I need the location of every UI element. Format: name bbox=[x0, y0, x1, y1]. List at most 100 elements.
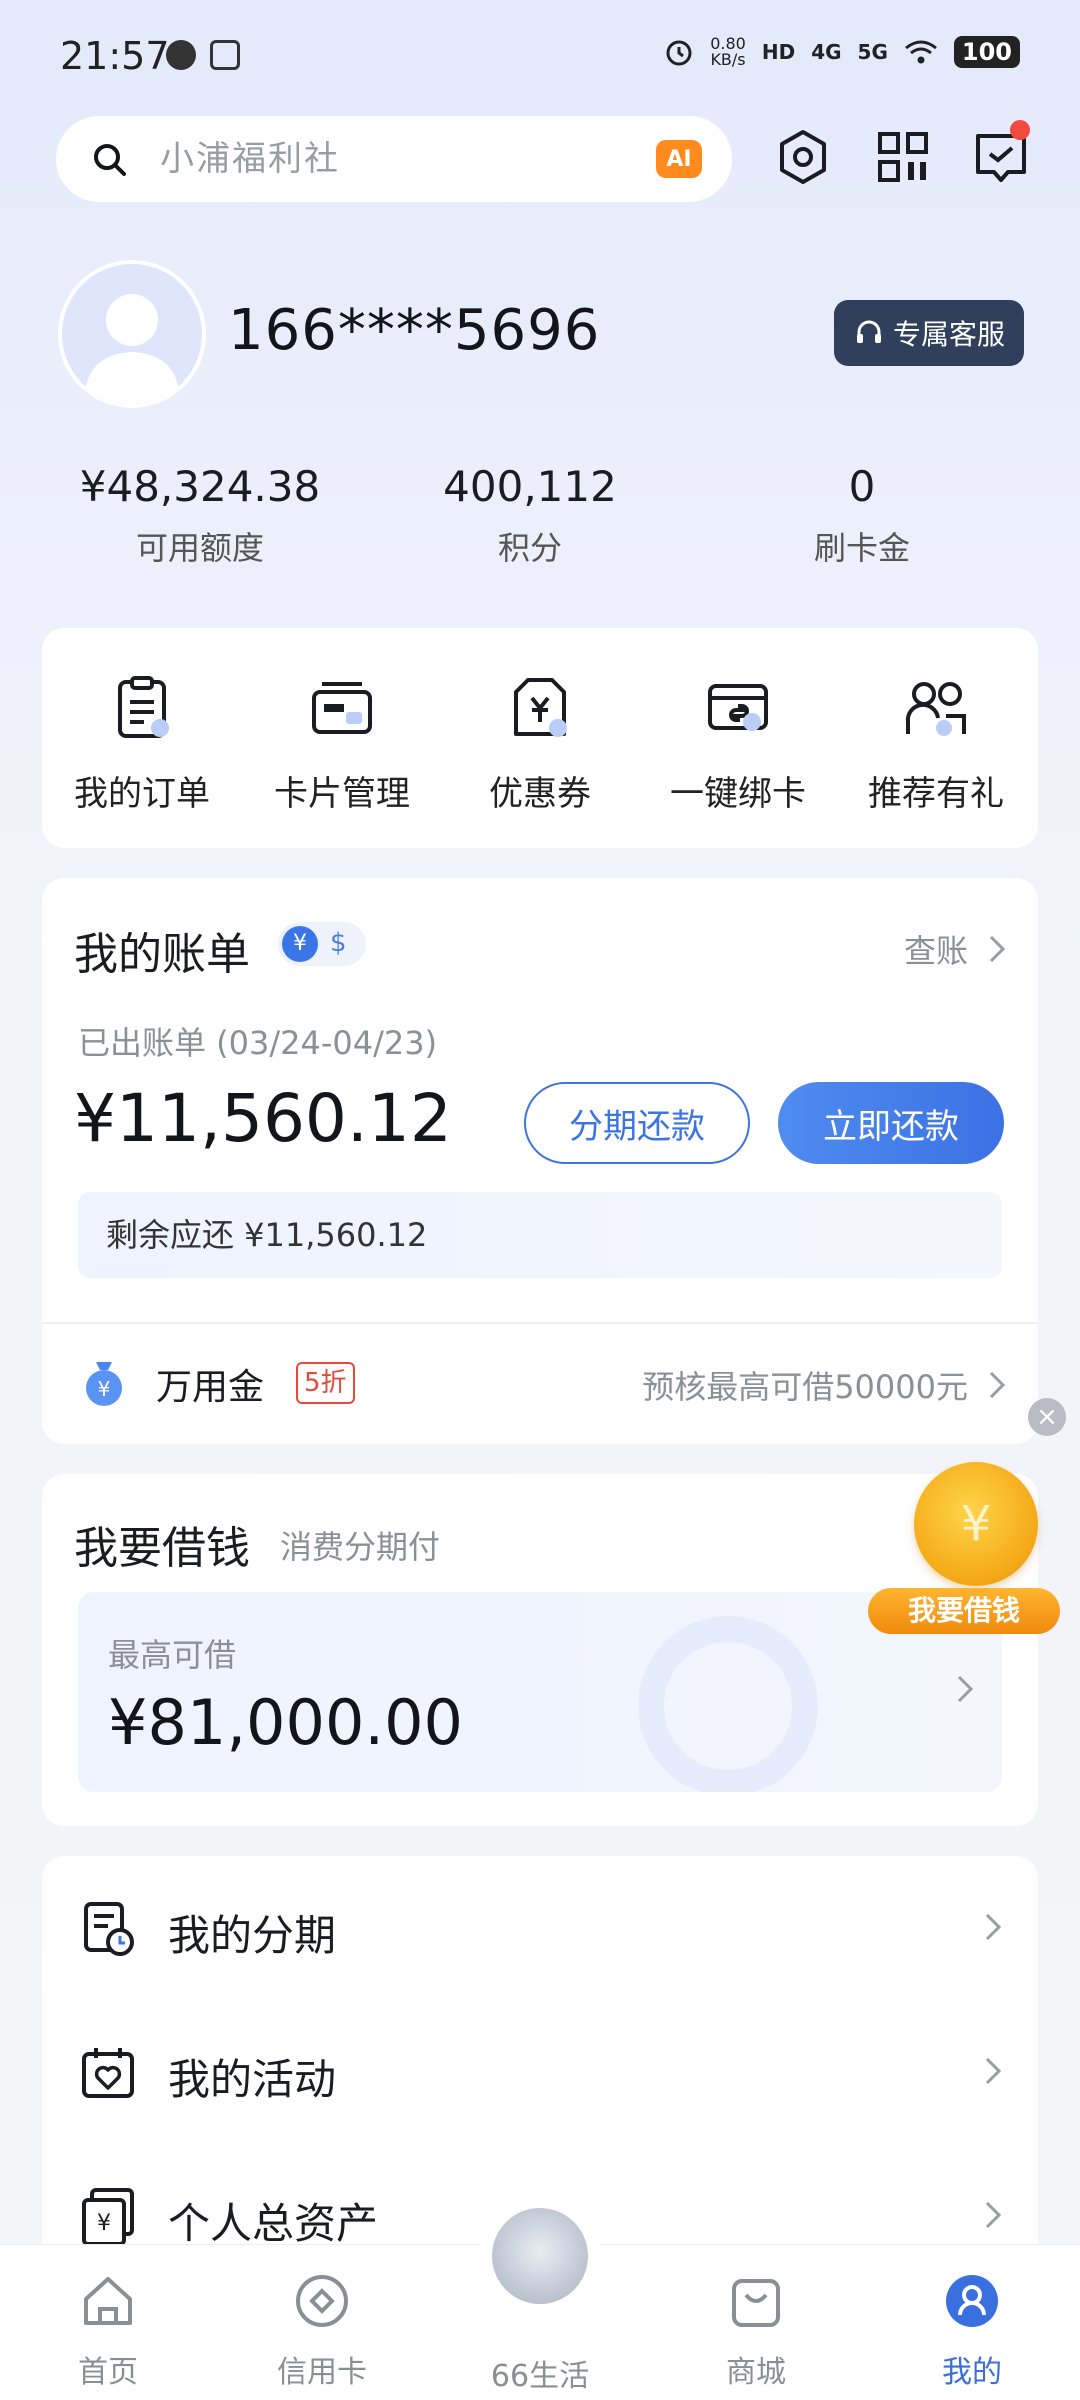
divider bbox=[42, 1322, 1038, 1324]
alarm-icon bbox=[666, 40, 692, 66]
wifi-icon bbox=[904, 40, 937, 64]
wanyongjin-desc: 预核最高可借50000元 bbox=[642, 1368, 968, 1406]
installment-icon bbox=[84, 1902, 134, 1956]
hd-indicator: HD bbox=[761, 40, 796, 64]
stat-points[interactable]: 400,112 积分 bbox=[370, 462, 690, 569]
quick-label: 推荐有礼 bbox=[868, 774, 1004, 814]
coupon-icon bbox=[514, 678, 567, 737]
battery-indicator: 100 bbox=[953, 36, 1020, 68]
default-avatar-icon bbox=[84, 294, 180, 404]
order-icon bbox=[118, 676, 169, 738]
tab-credit-card[interactable]: 信用卡 bbox=[242, 2271, 402, 2391]
chevron-right-icon bbox=[985, 1913, 1002, 1941]
card-icon bbox=[312, 682, 372, 734]
activity-icon bbox=[82, 2048, 134, 2098]
signal-4g: 4G bbox=[811, 40, 842, 64]
quick-referral[interactable]: 推荐有礼 bbox=[836, 672, 1036, 815]
customer-service-button[interactable]: 专属客服 bbox=[834, 300, 1024, 366]
stat-label: 可用额度 bbox=[135, 529, 264, 567]
pay-now-button[interactable]: 立即还款 bbox=[778, 1082, 1004, 1164]
borrow-float-label: 我要借钱 bbox=[868, 1588, 1060, 1634]
stat-swipe-bonus[interactable]: 0 刷卡金 bbox=[702, 462, 1022, 569]
currency-usd[interactable]: $ bbox=[330, 928, 347, 958]
stat-label: 刷卡金 bbox=[813, 529, 910, 567]
stat-value: ¥48,324.38 bbox=[79, 462, 321, 511]
shop-icon bbox=[732, 2279, 780, 2327]
mascot-button[interactable] bbox=[480, 2196, 600, 2316]
bill-title: 我的账单 bbox=[74, 929, 250, 980]
tab-label: 我的 bbox=[942, 2355, 1002, 2390]
profile-icon bbox=[946, 2275, 998, 2327]
messages-button[interactable] bbox=[970, 120, 1032, 188]
max-borrow-value: ¥81,000.00 bbox=[108, 1686, 463, 1759]
status-bar: 21:57 0.80 KB/s HD 4G 5G 100 bbox=[0, 0, 1080, 110]
headset-icon bbox=[856, 320, 881, 343]
qr-code-icon[interactable] bbox=[872, 126, 934, 188]
tab-label: 66生活 bbox=[490, 2359, 590, 2394]
quick-label: 卡片管理 bbox=[274, 774, 410, 814]
currency-yen[interactable]: ¥ bbox=[282, 926, 318, 962]
quick-label: 我的订单 bbox=[74, 774, 210, 814]
tab-mine[interactable]: 我的 bbox=[892, 2271, 1052, 2391]
unread-dot bbox=[1010, 120, 1030, 140]
check-bill-link[interactable]: 查账 bbox=[904, 926, 1006, 972]
menu-my-installments[interactable]: 我的分期 bbox=[42, 1856, 1038, 2000]
close-float-button[interactable]: × bbox=[1028, 1398, 1066, 1436]
tab-66-life[interactable]: 66生活 bbox=[460, 2339, 620, 2395]
referral-icon bbox=[905, 682, 966, 736]
quick-label: 一键绑卡 bbox=[670, 774, 806, 814]
currency-toggle[interactable]: ¥ $ bbox=[278, 922, 366, 966]
svg-text:¥: ¥ bbox=[98, 1377, 111, 1401]
net-speed-unit: KB/s bbox=[710, 50, 746, 69]
watermark-decoration bbox=[638, 1616, 818, 1792]
borrow-float-button[interactable]: ¥ 我要借钱 bbox=[868, 1458, 1060, 1636]
tab-home[interactable]: 首页 bbox=[28, 2271, 188, 2391]
chevron-right-icon bbox=[989, 1371, 1006, 1399]
avatar[interactable] bbox=[58, 260, 206, 408]
quick-my-orders[interactable]: 我的订单 bbox=[42, 672, 242, 815]
borrow-title: 我要借钱 bbox=[74, 1523, 250, 1574]
settings-icon[interactable] bbox=[772, 126, 834, 188]
menu-my-activities[interactable]: 我的活动 bbox=[42, 2000, 1038, 2144]
bill-amount: ¥11,560.12 bbox=[74, 1080, 452, 1157]
home-icon bbox=[84, 2277, 132, 2325]
quick-bind-card[interactable]: 一键绑卡 bbox=[638, 672, 838, 815]
stat-available-credit[interactable]: ¥48,324.38 可用额度 bbox=[40, 462, 360, 569]
account-stats: ¥48,324.38 可用额度 400,112 积分 0 刷卡金 bbox=[40, 462, 1040, 582]
check-bill-label: 查账 bbox=[903, 932, 968, 970]
installment-repay-button[interactable]: 分期还款 bbox=[524, 1082, 750, 1164]
max-borrow-box[interactable]: 最高可借 ¥81,000.00 bbox=[78, 1592, 1002, 1792]
phone-number: 166****5696 bbox=[228, 298, 601, 363]
chevron-right-icon bbox=[985, 2057, 1002, 2085]
tab-shop[interactable]: 商城 bbox=[676, 2271, 836, 2391]
ai-assistant-icon[interactable]: AI bbox=[656, 140, 702, 178]
chevron-right-icon bbox=[989, 935, 1006, 963]
discount-badge: 5折 bbox=[296, 1362, 355, 1404]
remaining-amount: 剩余应还 ¥11,560.12 bbox=[78, 1192, 1002, 1278]
bind-card-icon bbox=[708, 684, 768, 731]
quick-coupons[interactable]: 优惠券 bbox=[440, 672, 640, 815]
wanyongjin-label: 万用金 bbox=[156, 1367, 265, 1408]
bill-period: 已出账单 (03/24-04/23) bbox=[78, 1024, 438, 1062]
assets-icon: ¥ bbox=[82, 2188, 134, 2246]
menu-label: 个人总资产 bbox=[168, 2199, 379, 2248]
tab-label: 首页 bbox=[78, 2355, 138, 2390]
credit-card-icon bbox=[296, 2275, 348, 2327]
coin-icon: ¥ bbox=[914, 1462, 1038, 1586]
quick-card-management[interactable]: 卡片管理 bbox=[242, 672, 442, 815]
bill-card: 我的账单 ¥ $ 查账 已出账单 (03/24-04/23) ¥11,560.1… bbox=[42, 878, 1038, 1444]
money-bag-icon: ¥ bbox=[86, 1362, 122, 1406]
tab-label: 信用卡 bbox=[277, 2355, 367, 2390]
chevron-right-icon bbox=[957, 1675, 974, 1703]
status-time: 21:57 bbox=[60, 34, 170, 78]
customer-service-label: 专属客服 bbox=[892, 318, 1005, 351]
stat-value: 400,112 bbox=[443, 462, 617, 511]
chevron-right-icon bbox=[985, 2201, 1002, 2229]
svg-text:¥: ¥ bbox=[97, 2211, 111, 2236]
menu-label: 我的活动 bbox=[168, 2055, 337, 2104]
app-notification-icon bbox=[166, 40, 196, 70]
search-bar[interactable]: 小浦福利社 AI bbox=[56, 116, 732, 202]
max-borrow-label: 最高可借 bbox=[108, 1636, 237, 1674]
search-icon bbox=[94, 144, 126, 176]
search-input[interactable]: 小浦福利社 bbox=[160, 136, 340, 182]
